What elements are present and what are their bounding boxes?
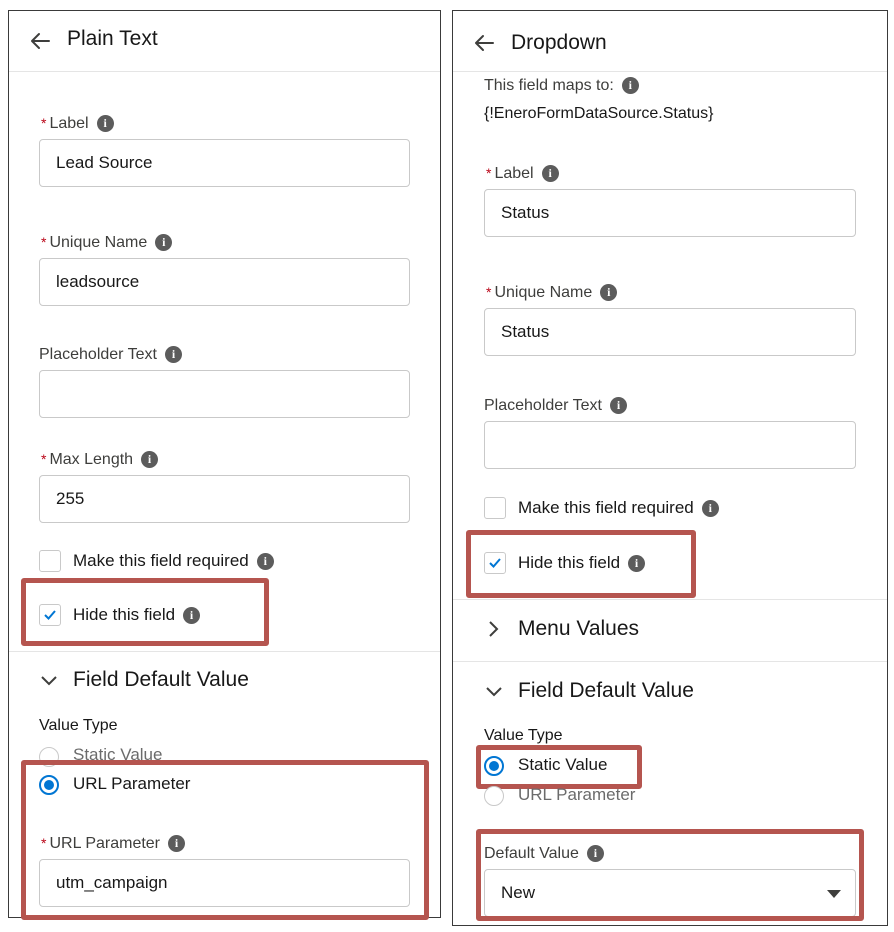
- required-checkbox[interactable]: [39, 550, 61, 572]
- select-caret-icon: [827, 890, 841, 898]
- plain-text-panel: Plain Text * Label i Lead Source * Unique N…: [8, 10, 441, 920]
- info-icon[interactable]: i: [256, 553, 274, 571]
- label-field-label: * Label i: [486, 165, 559, 183]
- hide-field-checkbox-row: Hide this field i: [518, 553, 646, 573]
- required-asterisk: *: [41, 115, 47, 131]
- url-parameter-radio[interactable]: [484, 786, 504, 806]
- unique-name-input[interactable]: Status: [484, 308, 856, 356]
- placeholder-input[interactable]: [484, 421, 856, 469]
- info-icon[interactable]: i: [183, 607, 201, 625]
- static-value-label: Static Value: [73, 745, 163, 764]
- placeholder-input[interactable]: [39, 370, 410, 418]
- panel-title: Plain Text: [67, 27, 158, 50]
- required-asterisk: *: [486, 165, 492, 181]
- url-parameter-radio[interactable]: [39, 775, 59, 795]
- label-input[interactable]: Lead Source: [39, 139, 410, 187]
- url-parameter-input[interactable]: utm_campaign: [39, 859, 410, 907]
- info-icon[interactable]: i: [96, 115, 114, 133]
- required-checkbox-row: Make this field required i: [73, 551, 274, 571]
- default-value-selected: New: [501, 883, 536, 902]
- url-parameter-field-label: * URL Parameter i: [41, 835, 186, 853]
- unique-name-field-label: * Unique Name i: [41, 234, 173, 252]
- maps-to-label: This field maps to: i: [484, 77, 639, 95]
- info-icon[interactable]: i: [600, 284, 618, 302]
- url-parameter-label: URL Parameter: [73, 774, 191, 793]
- back-arrow-icon[interactable]: [473, 33, 495, 53]
- info-icon[interactable]: i: [701, 500, 719, 518]
- back-arrow-icon[interactable]: [29, 31, 51, 51]
- max-length-field-label: * Max Length i: [41, 451, 159, 469]
- label-field-label: * Label i: [41, 115, 114, 133]
- required-checkbox-row: Make this field required i: [518, 498, 719, 518]
- max-length-input[interactable]: 255: [39, 475, 410, 523]
- hide-field-checkbox[interactable]: [484, 552, 506, 574]
- required-asterisk: *: [41, 835, 47, 851]
- dropdown-panel: Dropdown This field maps to: i {!EneroFor…: [452, 10, 888, 926]
- info-icon[interactable]: i: [168, 835, 186, 853]
- maps-to-value: {!EneroFormDataSource.Status}: [484, 105, 714, 122]
- static-value-label: Static Value: [518, 755, 608, 774]
- url-parameter-label: URL Parameter: [518, 785, 636, 804]
- hide-field-checkbox-row: Hide this field i: [73, 605, 201, 625]
- required-asterisk: *: [486, 284, 492, 300]
- info-icon[interactable]: i: [621, 77, 639, 95]
- divider: [453, 661, 887, 662]
- info-icon[interactable]: i: [610, 397, 627, 415]
- value-type-label: Value Type: [39, 717, 118, 734]
- panel-header: Dropdown: [453, 11, 887, 72]
- value-type-label: Value Type: [484, 727, 563, 744]
- default-value-select[interactable]: New: [484, 869, 856, 917]
- field-default-value-section[interactable]: Field Default Value: [73, 668, 249, 692]
- chevron-down-icon[interactable]: [484, 685, 504, 699]
- info-icon[interactable]: i: [628, 555, 646, 573]
- info-icon[interactable]: i: [155, 234, 173, 252]
- panel-title: Dropdown: [511, 31, 607, 54]
- panel-header: Plain Text: [9, 11, 440, 72]
- divider: [9, 651, 440, 652]
- hide-field-checkbox[interactable]: [39, 604, 61, 626]
- menu-values-section[interactable]: Menu Values: [518, 617, 639, 641]
- unique-name-input[interactable]: leadsource: [39, 258, 410, 306]
- info-icon[interactable]: i: [586, 845, 604, 863]
- info-icon[interactable]: i: [541, 165, 559, 183]
- default-value-field-label: Default Value i: [484, 845, 604, 863]
- static-value-radio[interactable]: [39, 747, 59, 767]
- field-default-value-section[interactable]: Field Default Value: [518, 679, 694, 703]
- info-icon[interactable]: i: [141, 451, 159, 469]
- required-checkbox[interactable]: [484, 497, 506, 519]
- info-icon[interactable]: i: [165, 346, 182, 364]
- checkmark-icon: [489, 558, 501, 568]
- divider: [453, 599, 887, 600]
- required-asterisk: *: [41, 234, 47, 250]
- chevron-right-icon[interactable]: [487, 619, 501, 639]
- unique-name-field-label: * Unique Name i: [486, 284, 618, 302]
- placeholder-field-label: Placeholder Text i: [39, 346, 182, 364]
- label-input[interactable]: Status: [484, 189, 856, 237]
- chevron-down-icon[interactable]: [39, 674, 59, 688]
- checkmark-icon: [44, 610, 56, 620]
- static-value-radio[interactable]: [484, 756, 504, 776]
- required-asterisk: *: [41, 451, 47, 467]
- placeholder-field-label: Placeholder Text i: [484, 397, 627, 415]
